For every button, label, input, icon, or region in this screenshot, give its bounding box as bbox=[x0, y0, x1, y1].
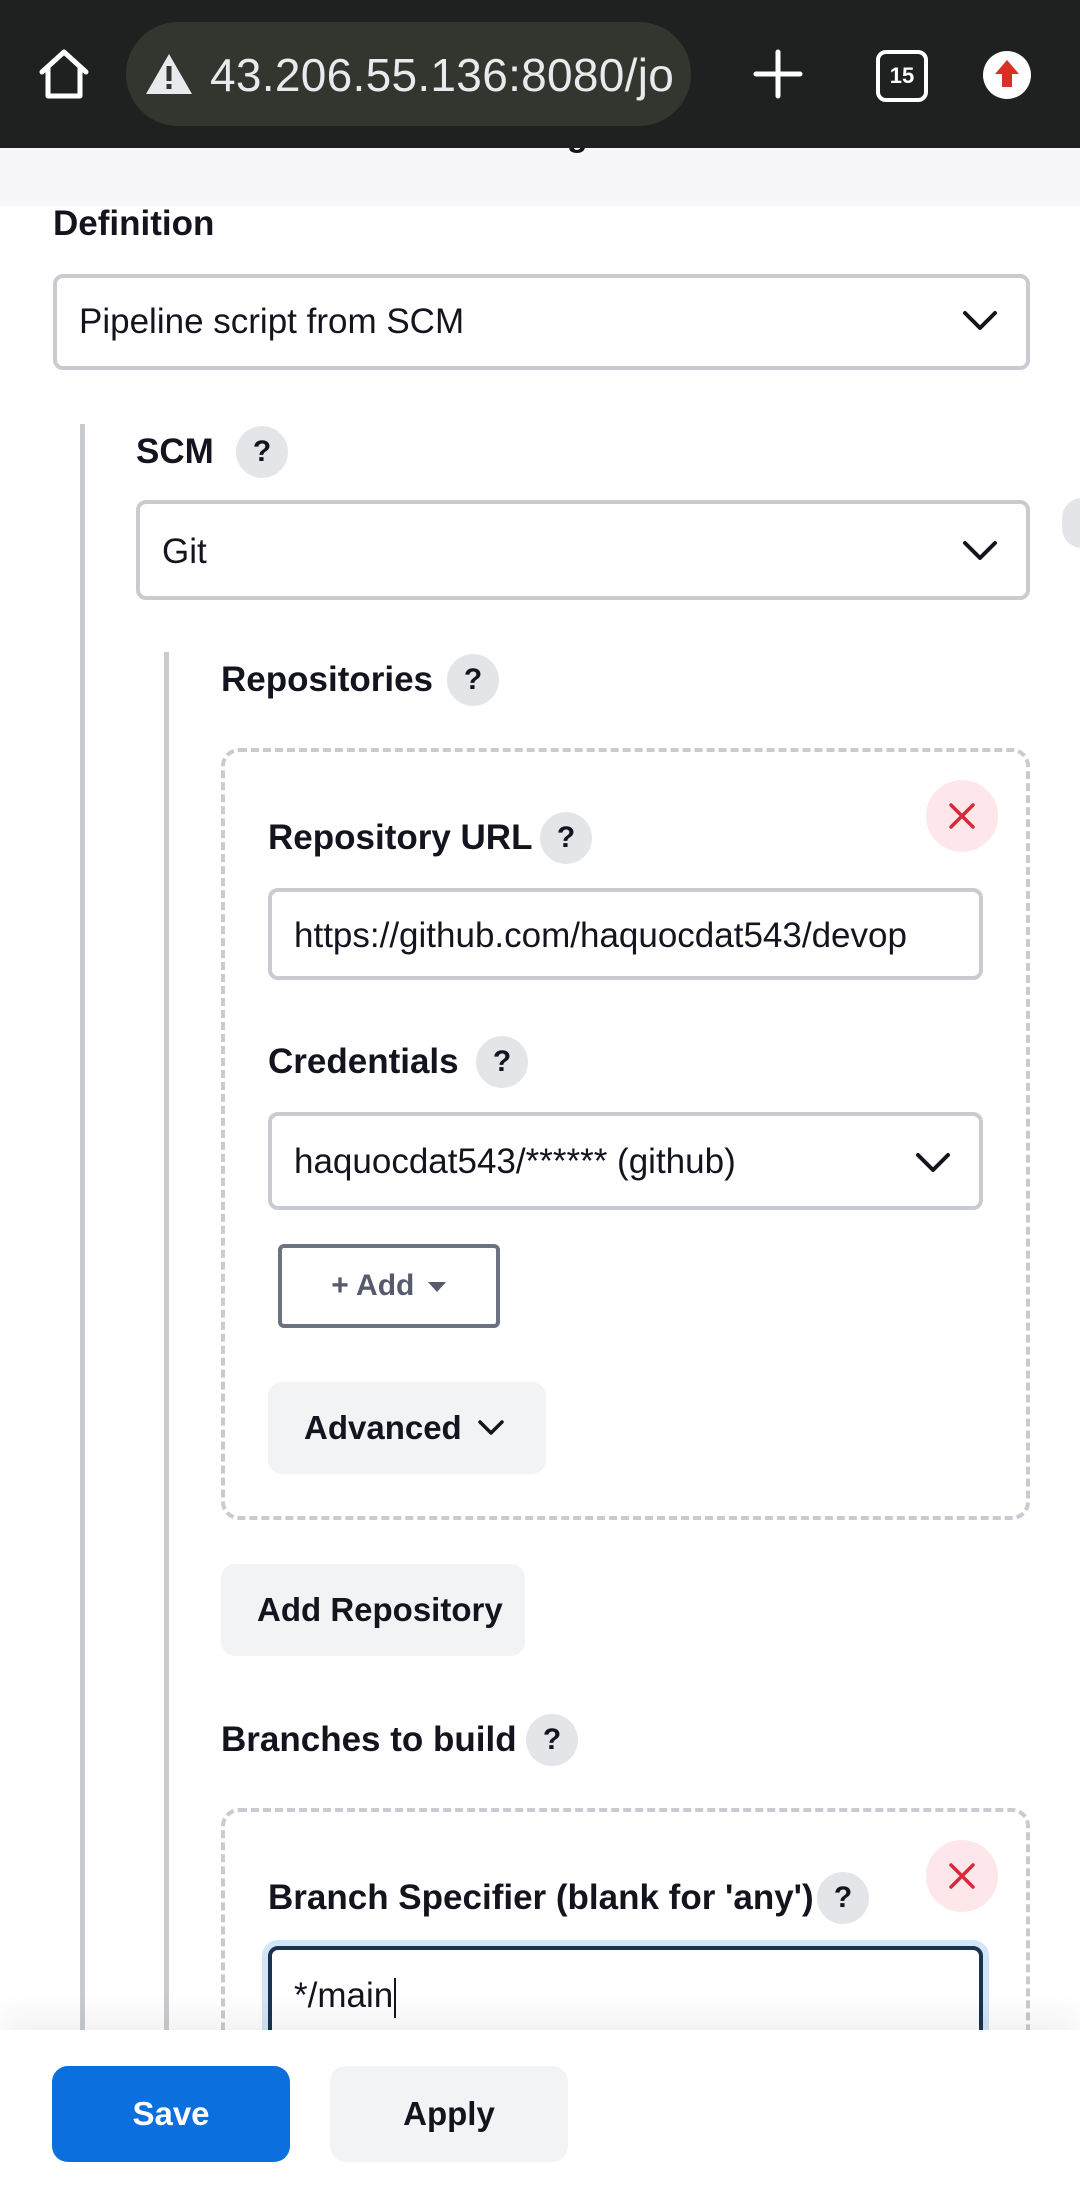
definition-label: Definition bbox=[53, 204, 215, 243]
add-repository-button[interactable]: Add Repository bbox=[221, 1564, 525, 1656]
tab-count: 15 bbox=[876, 50, 928, 102]
update-arrow-icon[interactable] bbox=[982, 50, 1032, 100]
repository-url-help-icon[interactable]: ? bbox=[540, 812, 592, 864]
edge-handle[interactable] bbox=[1062, 498, 1080, 548]
chevron-down-icon bbox=[478, 1420, 504, 1435]
definition-select-value: Pipeline script from SCM bbox=[79, 302, 465, 341]
repository-url-value: https://github.com/haquocdat543/devop bbox=[294, 916, 907, 955]
plus-icon: + bbox=[331, 1269, 349, 1302]
repository-url-input[interactable]: https://github.com/haquocdat543/devop bbox=[268, 888, 983, 980]
advanced-label: Advanced bbox=[304, 1409, 462, 1446]
branch-specifier-help-icon[interactable]: ? bbox=[817, 1872, 869, 1924]
action-bar: Save Apply bbox=[0, 2030, 1080, 2194]
branches-label: Branches to build bbox=[221, 1720, 517, 1759]
plus-icon[interactable] bbox=[748, 44, 808, 104]
credentials-select[interactable]: haquocdat543/****** (github) bbox=[268, 1112, 983, 1210]
url-text[interactable]: 43.206.55.136:8080/jo bbox=[210, 48, 674, 102]
delete-repository-button[interactable] bbox=[926, 780, 998, 852]
tabs-icon[interactable]: 15 bbox=[876, 50, 928, 102]
chevron-down-icon bbox=[916, 1153, 950, 1172]
credentials-help-icon[interactable]: ? bbox=[476, 1036, 528, 1088]
chevron-down-icon bbox=[963, 311, 997, 330]
advanced-button[interactable]: Advanced bbox=[268, 1382, 546, 1474]
delete-branch-button[interactable] bbox=[926, 1840, 998, 1912]
branches-help-icon[interactable]: ? bbox=[526, 1714, 578, 1766]
branch-specifier-value: */main bbox=[294, 1976, 394, 2015]
scm-select-value: Git bbox=[162, 532, 207, 571]
browser-toolbar: 43.206.55.136:8080/jo 15 bbox=[0, 0, 1080, 148]
credentials-label: Credentials bbox=[268, 1042, 459, 1081]
repositories-help-icon[interactable]: ? bbox=[447, 654, 499, 706]
add-repository-label: Add Repository bbox=[257, 1591, 503, 1628]
chevron-down-icon bbox=[963, 541, 997, 560]
close-icon bbox=[949, 803, 975, 829]
home-icon[interactable] bbox=[34, 44, 94, 104]
add-credentials-label: Add bbox=[356, 1269, 415, 1302]
scm-help-icon[interactable]: ? bbox=[236, 426, 288, 478]
add-credentials-button[interactable]: + Add bbox=[278, 1244, 500, 1328]
definition-select[interactable]: Pipeline script from SCM bbox=[53, 274, 1030, 370]
credentials-select-value: haquocdat543/****** (github) bbox=[294, 1142, 736, 1181]
repositories-label: Repositories bbox=[221, 660, 433, 699]
close-icon bbox=[949, 1863, 975, 1889]
apply-button[interactable]: Apply bbox=[330, 2066, 568, 2162]
warning-icon[interactable] bbox=[144, 52, 194, 96]
address-bar[interactable]: 43.206.55.136:8080/jo bbox=[126, 22, 691, 126]
caret-down-icon bbox=[427, 1282, 446, 1293]
scm-select[interactable]: Git bbox=[136, 500, 1030, 600]
text-cursor bbox=[394, 1977, 397, 2018]
git-section-line bbox=[164, 652, 169, 2034]
scm-section-line bbox=[80, 424, 85, 2034]
save-button[interactable]: Save bbox=[52, 2066, 290, 2162]
scm-label: SCM bbox=[136, 432, 214, 471]
repository-url-label: Repository URL bbox=[268, 818, 533, 857]
branch-specifier-label: Branch Specifier (blank for 'any') bbox=[268, 1878, 814, 1917]
